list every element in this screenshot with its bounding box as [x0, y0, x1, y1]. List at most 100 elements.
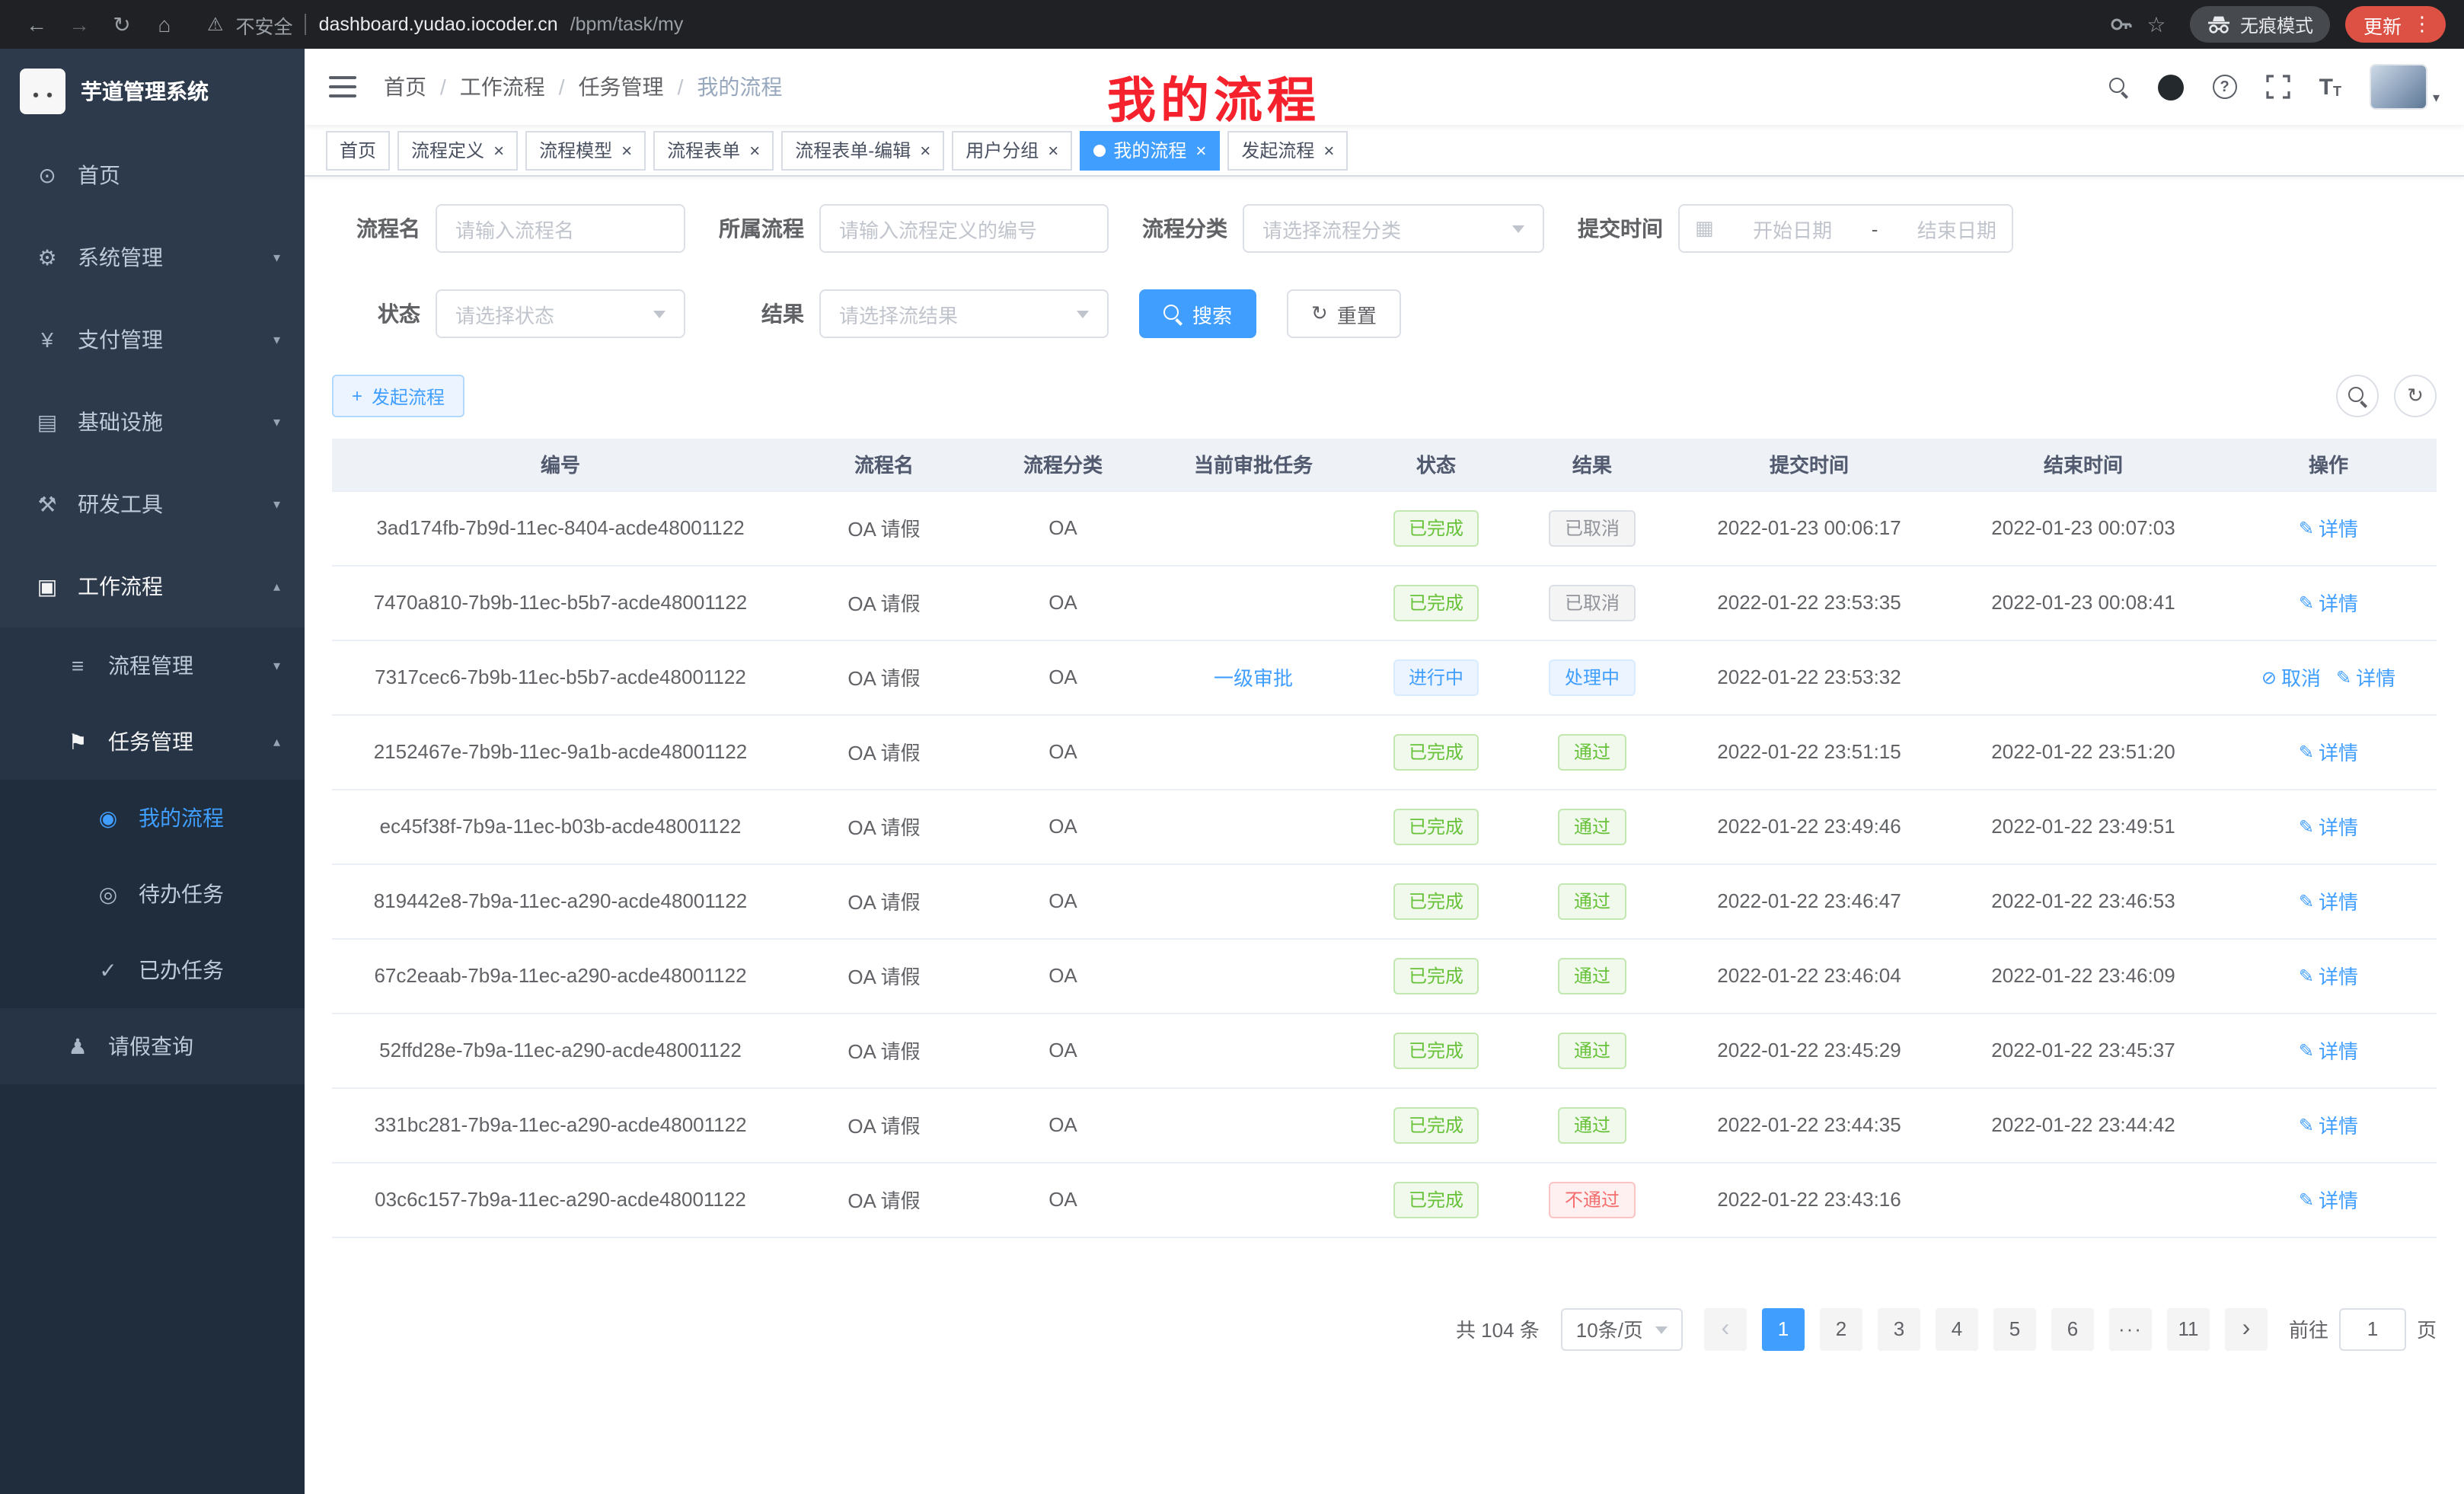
pager-page-2[interactable]: 2: [1820, 1307, 1862, 1350]
owner-process-label: 所属流程: [716, 213, 804, 244]
search-button[interactable]: 搜索: [1139, 289, 1256, 338]
result-badge: 通过: [1559, 883, 1626, 919]
page-size-select[interactable]: 10条/页: [1561, 1307, 1683, 1350]
sidebar-item-done-tasks[interactable]: ✓已办任务: [0, 932, 305, 1008]
reload-icon[interactable]: ↻: [104, 11, 140, 37]
pager-page-4[interactable]: 4: [1936, 1307, 1978, 1350]
detail-action[interactable]: ✎详情: [2299, 1185, 2358, 1214]
cell-status: 已完成: [1360, 490, 1512, 565]
sidebar-item-my-process[interactable]: ◉我的流程: [0, 780, 305, 856]
detail-action[interactable]: ✎详情: [2299, 588, 2358, 617]
pager-page-11[interactable]: 11: [2167, 1307, 2210, 1350]
cell-status: 已完成: [1360, 1162, 1512, 1237]
detail-action[interactable]: ✎详情: [2299, 886, 2358, 915]
result-select[interactable]: 请选择流结果: [819, 289, 1109, 338]
chevron-down-icon: ▾: [273, 249, 280, 266]
fullscreen-icon[interactable]: [2266, 75, 2290, 99]
sidebar-item-infrastructure[interactable]: ▤基础设施▾: [0, 381, 305, 463]
toolbar-right: ↻: [2336, 375, 2437, 417]
user-menu[interactable]: ▾: [2370, 64, 2440, 110]
detail-action[interactable]: ✎详情: [2299, 961, 2358, 990]
tab-label: 发起流程: [1241, 137, 1314, 163]
star-icon[interactable]: ☆: [2138, 11, 2175, 37]
key-icon[interactable]: [2108, 12, 2132, 37]
close-icon[interactable]: ×: [749, 139, 760, 161]
pager-page-5[interactable]: 5: [1993, 1307, 2036, 1350]
search-icon[interactable]: [2109, 77, 2129, 97]
help-icon[interactable]: ?: [2213, 75, 2237, 99]
detail-action[interactable]: ✎详情: [2299, 812, 2358, 841]
detail-action[interactable]: ✎详情: [2336, 662, 2395, 691]
breadcrumb-item[interactable]: 首页: [384, 72, 426, 102]
breadcrumb-item[interactable]: 任务管理: [579, 72, 664, 102]
font-size-icon[interactable]: TT: [2319, 75, 2341, 98]
current-task-link[interactable]: 一级审批: [1214, 667, 1293, 690]
tab-process-form[interactable]: 流程表单×: [653, 130, 774, 170]
cell-process-name: OA 请假: [789, 789, 979, 864]
hamburger-icon[interactable]: [329, 76, 356, 97]
pager-page-1[interactable]: 1: [1762, 1307, 1805, 1350]
category-select[interactable]: 请选择流程分类: [1243, 204, 1544, 253]
detail-action[interactable]: ✎详情: [2299, 737, 2358, 766]
tab-process-model[interactable]: 流程模型×: [525, 130, 646, 170]
tab-my-process[interactable]: 我的流程×: [1080, 130, 1220, 170]
sidebar-item-todo-tasks[interactable]: ◎待办任务: [0, 856, 305, 932]
refresh-button[interactable]: ↻: [2394, 375, 2437, 417]
menu-icon[interactable]: ⋮: [2412, 12, 2432, 37]
detail-action[interactable]: ✎详情: [2299, 1036, 2358, 1065]
owner-process-input[interactable]: 请输入流程定义的编号: [819, 204, 1109, 253]
sidebar-item-process-mgmt[interactable]: ≡流程管理▾: [0, 627, 305, 704]
sidebar-item-devtools[interactable]: ⚒研发工具▾: [0, 463, 305, 545]
breadcrumb-separator: /: [559, 75, 565, 99]
close-icon[interactable]: ×: [1048, 139, 1058, 161]
cell-id: 3ad174fb-7b9d-11ec-8404-acde48001122: [332, 490, 789, 565]
jump-page-input[interactable]: 1: [2339, 1307, 2406, 1350]
pager-prev[interactable]: ‹: [1704, 1307, 1747, 1350]
cell-actions: ✎详情: [2220, 1162, 2437, 1237]
close-icon[interactable]: ×: [1323, 139, 1334, 161]
cell-current-task: [1147, 789, 1360, 864]
process-name-input[interactable]: 请输入流程名: [436, 204, 685, 253]
home-icon[interactable]: ⌂: [146, 12, 183, 37]
filter-owner-process: 所属流程 请输入流程定义的编号: [716, 204, 1109, 253]
back-icon[interactable]: ←: [18, 12, 55, 37]
sidebar-item-label: 请假查询: [108, 1031, 280, 1061]
cell-category: OA: [979, 565, 1147, 640]
app-logo[interactable]: 芋道管理系统: [0, 49, 305, 134]
sidebar-item-task-mgmt[interactable]: ⚑任务管理▴: [0, 704, 305, 780]
breadcrumb-item[interactable]: 工作流程: [460, 72, 545, 102]
pager-next[interactable]: ›: [2225, 1307, 2268, 1350]
tab-home[interactable]: 首页: [326, 130, 390, 170]
sidebar-item-system[interactable]: ⚙系统管理▾: [0, 216, 305, 298]
sidebar-item-workflow[interactable]: ▣工作流程▴: [0, 545, 305, 627]
avatar[interactable]: [2370, 64, 2428, 110]
sidebar-item-home[interactable]: ⊙首页: [0, 134, 305, 216]
address-bar[interactable]: ⚠ 不安全 dashboard.yudao.iocoder.cn/bpm/tas…: [207, 10, 683, 39]
reset-button[interactable]: ↻重置: [1287, 289, 1401, 338]
tab-user-group[interactable]: 用户分组×: [952, 130, 1072, 170]
forward-icon[interactable]: →: [61, 12, 97, 37]
update-button[interactable]: 更新 ⋮: [2345, 6, 2446, 43]
close-icon[interactable]: ×: [1195, 139, 1206, 161]
create-process-button[interactable]: +发起流程: [332, 375, 464, 417]
security-label[interactable]: 不安全: [236, 10, 293, 39]
close-icon[interactable]: ×: [493, 139, 504, 161]
cancel-action[interactable]: ⊘取消: [2261, 662, 2321, 691]
detail-action[interactable]: ✎详情: [2299, 513, 2358, 542]
tab-process-form-edit[interactable]: 流程表单-编辑×: [781, 130, 944, 170]
tabs-bar: 首页流程定义×流程模型×流程表单×流程表单-编辑×用户分组×我的流程× 发起流程 ×: [305, 125, 2464, 177]
sidebar-item-leave-query[interactable]: ♟请假查询: [0, 1008, 305, 1084]
tab-start-process[interactable]: 发起流程 ×: [1227, 130, 1348, 170]
tab-process-definition[interactable]: 流程定义×: [397, 130, 518, 170]
pager-page-3[interactable]: 3: [1878, 1307, 1920, 1350]
status-select[interactable]: 请选择状态: [436, 289, 685, 338]
close-icon[interactable]: ×: [920, 139, 930, 161]
submit-time-range-input[interactable]: ▦ 开始日期 - 结束日期: [1678, 204, 2013, 253]
detail-action[interactable]: ✎详情: [2299, 1110, 2358, 1139]
sidebar-item-payment[interactable]: ¥支付管理▾: [0, 298, 305, 381]
toggle-search-button[interactable]: [2336, 375, 2379, 417]
pager-page-6[interactable]: 6: [2051, 1307, 2094, 1350]
close-icon[interactable]: ×: [621, 139, 632, 161]
pager-more[interactable]: ···: [2109, 1307, 2152, 1350]
github-icon[interactable]: [2158, 74, 2184, 100]
